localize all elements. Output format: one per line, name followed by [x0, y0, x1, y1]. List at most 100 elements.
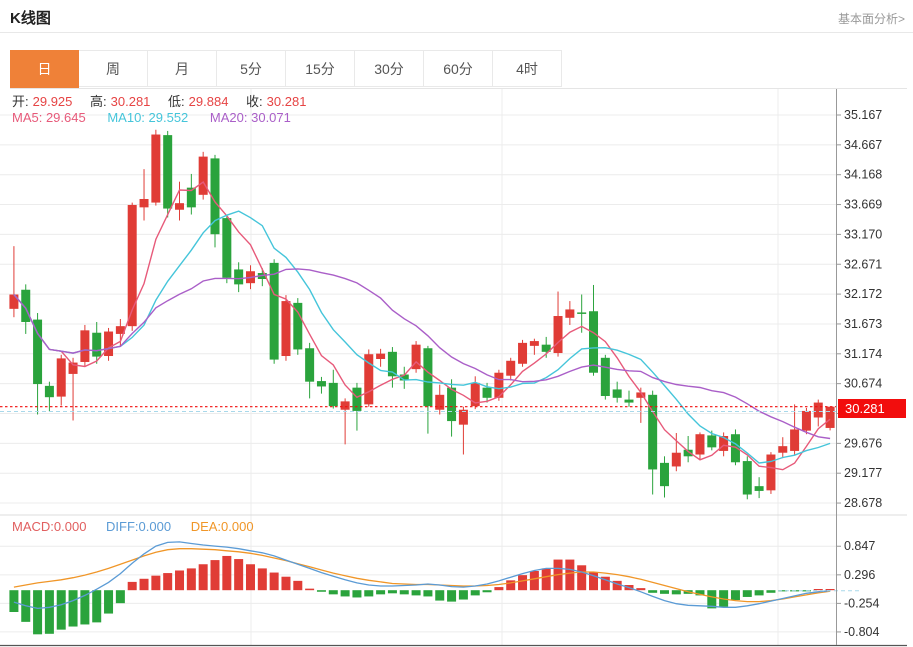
- candle-body: [435, 395, 444, 410]
- candle-body: [625, 400, 634, 403]
- macd-bar: [234, 559, 243, 590]
- close-value: 30.281: [267, 94, 307, 109]
- macd-bar: [45, 590, 54, 634]
- candle-body: [577, 312, 586, 314]
- axis-label: 32.172: [844, 287, 882, 301]
- macd-bar: [412, 590, 421, 595]
- candle-body: [163, 135, 172, 208]
- macd-bar: [388, 590, 397, 593]
- candle-body: [341, 401, 350, 409]
- macd-bar: [187, 568, 196, 590]
- candle-body: [305, 348, 314, 381]
- macd-bar: [577, 565, 586, 590]
- macd-bar: [447, 590, 456, 601]
- axis-label: 33.669: [844, 198, 882, 212]
- candle-body: [483, 388, 492, 398]
- macd-value: MACD:0.000: [12, 519, 86, 534]
- candle-body: [364, 354, 373, 404]
- page-title: K线图: [10, 7, 51, 28]
- ma10-value: MA10: 29.552: [107, 110, 188, 125]
- period-tabbar: 日 周 月 5分 15分 30分 60分 4时: [10, 50, 907, 89]
- macd-bar: [518, 575, 527, 590]
- macd-bar: [352, 590, 361, 597]
- candle-body: [199, 157, 208, 195]
- macd-bar: [175, 570, 184, 590]
- axis-label: 34.667: [844, 138, 882, 152]
- macd-bar: [755, 590, 764, 595]
- macd-bar: [565, 560, 574, 591]
- axis-label: 30.674: [844, 377, 882, 391]
- tab-day[interactable]: 日: [10, 50, 79, 88]
- tab-60min[interactable]: 60分: [424, 50, 493, 87]
- candle-body: [45, 386, 54, 397]
- macd-bar: [731, 590, 740, 600]
- candle-body: [826, 407, 835, 428]
- current-price-badge: 30.281: [838, 399, 906, 418]
- candle-body: [565, 309, 574, 317]
- macd-bar: [329, 590, 338, 594]
- tab-30min[interactable]: 30分: [355, 50, 424, 87]
- macd-bar: [281, 577, 290, 590]
- macd-bar: [9, 590, 18, 612]
- macd-bar: [305, 589, 314, 591]
- macd-bar: [199, 564, 208, 590]
- candle-body: [140, 199, 149, 207]
- axis-label: 32.671: [844, 257, 882, 271]
- macd-bar: [92, 590, 101, 622]
- header-divider: [0, 32, 913, 33]
- fundamental-analysis-link[interactable]: 基本面分析>: [838, 10, 905, 27]
- candle-body: [423, 348, 432, 406]
- axis-label: 34.168: [844, 168, 882, 182]
- tab-4hour[interactable]: 4时: [493, 50, 562, 87]
- candle-body: [554, 316, 563, 353]
- candle-body: [175, 203, 184, 210]
- candle-body: [447, 388, 456, 421]
- macd-bar: [258, 568, 267, 590]
- macd-bar: [672, 590, 681, 594]
- macd-bar: [222, 556, 231, 590]
- candle-body: [128, 205, 137, 326]
- macd-bar: [69, 590, 78, 626]
- candle-body: [57, 358, 66, 396]
- candle-body: [790, 429, 799, 450]
- macd-bar: [151, 576, 160, 591]
- macd-bar: [530, 571, 539, 590]
- axis-label: 0.847: [844, 539, 875, 553]
- tab-week[interactable]: 周: [79, 50, 148, 87]
- candle-body: [601, 358, 610, 396]
- diff-value: DIFF:0.000: [106, 519, 171, 534]
- tab-15min[interactable]: 15分: [286, 50, 355, 87]
- open-value: 29.925: [33, 94, 73, 109]
- candle-body: [672, 453, 681, 467]
- macd-bar: [57, 590, 66, 629]
- candle-body: [352, 388, 361, 411]
- macd-bar: [636, 588, 645, 590]
- macd-bar: [364, 590, 373, 596]
- candle-body: [613, 389, 622, 397]
- candle-body: [33, 320, 42, 384]
- macd-legend: MACD:0.000 DIFF:0.000 DEA:0.000: [12, 519, 258, 534]
- macd-bar: [459, 590, 468, 599]
- candle-body: [660, 463, 669, 486]
- macd-bar: [104, 590, 113, 613]
- macd-bar: [270, 573, 279, 591]
- tab-month[interactable]: 月: [148, 50, 217, 87]
- axis-label: 35.167: [844, 108, 882, 122]
- candle-body: [707, 435, 716, 447]
- tab-5min[interactable]: 5分: [217, 50, 286, 87]
- candle-body: [814, 403, 823, 418]
- candle-body: [270, 263, 279, 360]
- candle-body: [92, 333, 101, 357]
- open-label: 开:: [12, 94, 29, 109]
- axis-label: -0.254: [844, 596, 879, 610]
- axis-label: 28.678: [844, 496, 882, 510]
- macd-bar: [400, 590, 409, 594]
- candle-body: [802, 411, 811, 431]
- dea-value: DEA:0.000: [191, 519, 254, 534]
- macd-bar: [33, 590, 42, 634]
- candle-body: [329, 383, 338, 406]
- axis-label: 29.177: [844, 466, 882, 480]
- candle-body: [9, 295, 18, 309]
- low-value: 29.884: [189, 94, 229, 109]
- candle-body: [281, 301, 290, 356]
